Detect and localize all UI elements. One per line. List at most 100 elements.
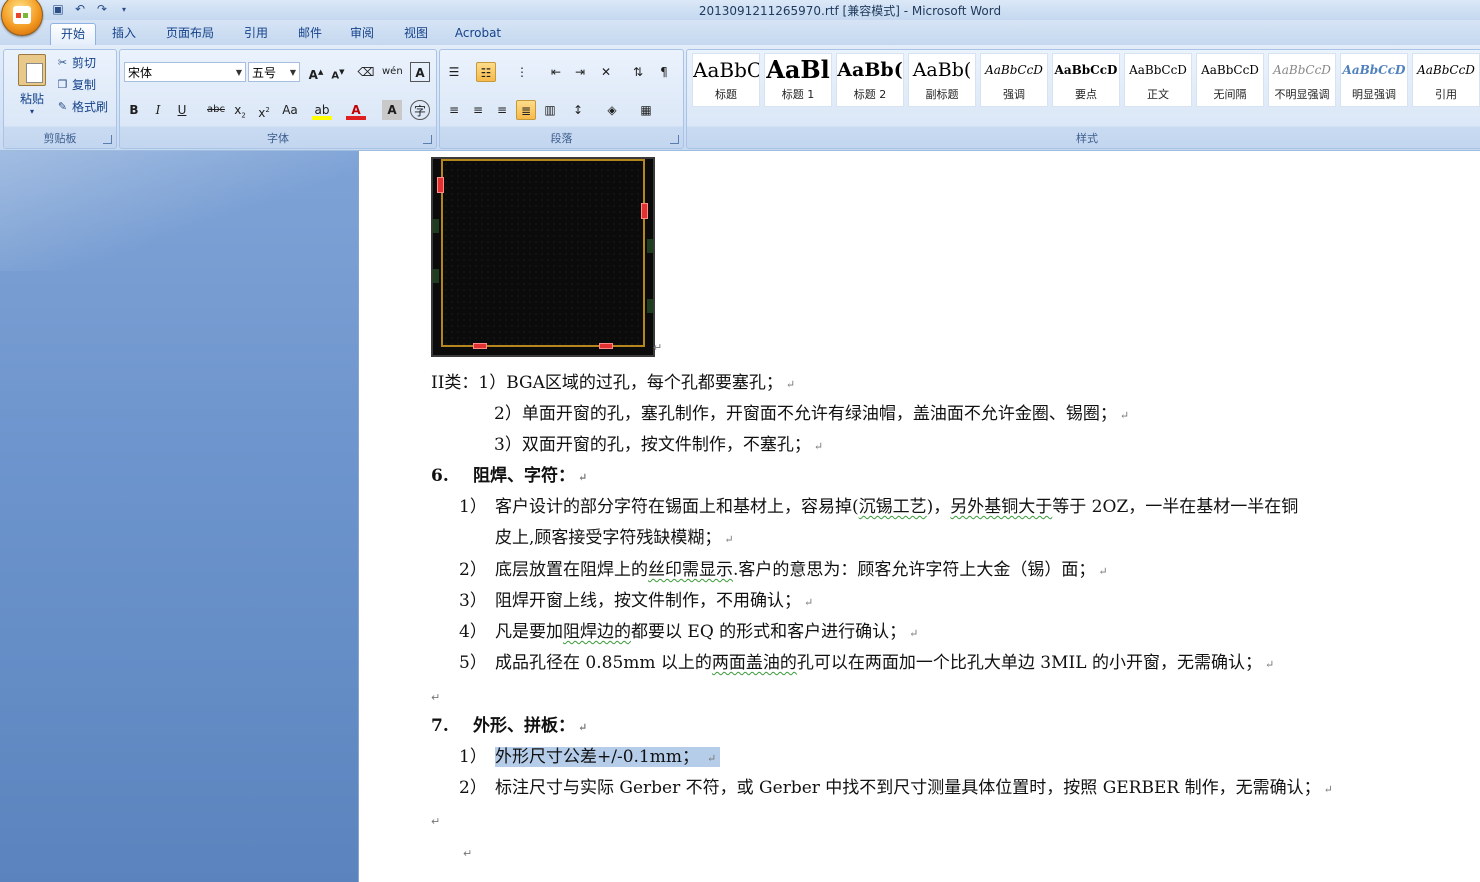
style-no-spacing[interactable]: AaBbCcD 无间隔 bbox=[1196, 53, 1264, 107]
paragraph-launcher-icon[interactable] bbox=[670, 135, 679, 144]
format-painter-label: 格式刷 bbox=[72, 100, 109, 114]
clear-format-icon[interactable]: ⌫ bbox=[356, 62, 376, 82]
doc-line-ii-1[interactable]: II类：1）BGA区域的过孔，每个孔都要塞孔； ↵ bbox=[431, 372, 795, 396]
style-name: 无间隔 bbox=[1213, 88, 1247, 101]
list-item-6-3[interactable]: 3） 阻焊开窗上线，按文件制作，不用确认； ↵ bbox=[459, 590, 813, 614]
heading-7[interactable]: 7. 外形、拼板： ↵ bbox=[431, 715, 587, 739]
phonetic-guide-icon[interactable]: wén bbox=[382, 62, 403, 82]
doc-line-ii-2[interactable]: 2）单面开窗的孔，塞孔制作，开窗面不允许有绿油帽，盖油面不允许金圈、锡圈； ↵ bbox=[494, 403, 1129, 427]
document-page[interactable]: ↵ II类：1）BGA区域的过孔，每个孔都要塞孔； ↵ 2）单面开窗的孔，塞孔制作… bbox=[358, 151, 1480, 882]
line-spacing-icon[interactable]: ↕ bbox=[568, 100, 588, 120]
bullets-icon[interactable]: ☰ bbox=[444, 62, 464, 82]
list-item-6-1-cont[interactable]: 皮上,顾客接受字符残缺模糊； ↵ bbox=[495, 527, 734, 551]
align-center-icon[interactable]: ≡ bbox=[468, 100, 488, 120]
style-title[interactable]: AaBbC( 标题 bbox=[692, 53, 760, 107]
style-heading-1[interactable]: AaBl 标题 1 bbox=[764, 53, 832, 107]
style-heading-2[interactable]: AaBb( 标题 2 bbox=[836, 53, 904, 107]
style-strong[interactable]: AaBbCcD 要点 bbox=[1052, 53, 1120, 107]
paragraph-mark: ↵ bbox=[578, 721, 588, 734]
style-quote[interactable]: AaBbCcD 引用 bbox=[1412, 53, 1480, 107]
align-left-icon[interactable]: ≡ bbox=[444, 100, 464, 120]
enclose-char-icon[interactable]: 字 bbox=[410, 100, 430, 120]
tab-references[interactable]: 引用 bbox=[236, 23, 276, 44]
subscript-icon[interactable]: x2 bbox=[230, 100, 250, 120]
grammar-flag-text: 另外基铜大于 bbox=[950, 497, 1053, 517]
styles-gallery: AaBbC( 标题 AaBl 标题 1 AaBb( 标题 2 AaBb( 副标题… bbox=[690, 53, 1480, 109]
underline-icon[interactable]: U bbox=[172, 100, 192, 120]
list-item-6-2[interactable]: 2） 底层放置在阻焊上的丝印需显示.客户的意思为：顾客允许字符上大金（锡）面； ↵ bbox=[459, 559, 1108, 583]
italic-icon[interactable]: I bbox=[148, 100, 168, 120]
tab-insert[interactable]: 插入 bbox=[104, 23, 144, 44]
heading-6[interactable]: 6. 阻焊、字符： ↵ bbox=[431, 465, 587, 489]
increase-indent-icon[interactable]: ⇥ bbox=[570, 62, 590, 82]
copy-icon: ❐ bbox=[57, 78, 68, 91]
style-intense-emphasis[interactable]: AaBbCcD 明显强调 bbox=[1340, 53, 1408, 107]
cut-button[interactable]: ✂ 剪切 bbox=[56, 54, 96, 71]
tab-acrobat[interactable]: Acrobat bbox=[450, 23, 506, 44]
font-size-combo[interactable]: 五号 ▼ bbox=[248, 62, 300, 82]
grammar-flag-text: 两面盖油的 bbox=[711, 653, 797, 673]
copy-button[interactable]: ❐ 复制 bbox=[56, 76, 96, 93]
scissors-icon: ✂ bbox=[57, 56, 68, 69]
tab-mailings[interactable]: 邮件 bbox=[290, 23, 330, 44]
tab-review[interactable]: 审阅 bbox=[342, 23, 382, 44]
paragraph-mark: ↵ bbox=[707, 752, 717, 765]
grow-font-icon[interactable]: A▲ bbox=[306, 62, 326, 82]
shading-icon[interactable]: ◈ bbox=[602, 100, 622, 120]
doc-line-ii-3[interactable]: 3）双面开窗的孔，按文件制作，不塞孔； ↵ bbox=[494, 434, 823, 458]
style-normal[interactable]: AaBbCcD 正文 bbox=[1124, 53, 1192, 107]
grammar-flag-text: 丝印需显示 bbox=[648, 560, 733, 580]
doc-text: 标注尺寸与实际 Gerber 不符，或 Gerber 中找不到尺寸测量具体位置时… bbox=[495, 778, 1321, 798]
style-sample: AaBbCcD bbox=[1273, 63, 1331, 77]
style-subtle-emphasis[interactable]: AaBbCcD 不明显强调 bbox=[1268, 53, 1336, 107]
shrink-font-icon[interactable]: A▼ bbox=[328, 62, 348, 82]
style-subtitle[interactable]: AaBb( 副标题 bbox=[908, 53, 976, 107]
tab-view[interactable]: 视图 bbox=[396, 23, 436, 44]
styles-group-label: 样式 bbox=[1076, 132, 1098, 145]
align-right-icon[interactable]: ≡ bbox=[492, 100, 512, 120]
tab-page-layout[interactable]: 页面布局 bbox=[158, 23, 222, 44]
justify-icon[interactable]: ≣ bbox=[516, 100, 536, 120]
workspace-background bbox=[0, 151, 358, 882]
highlight-icon[interactable]: ab bbox=[312, 100, 332, 120]
format-painter-button[interactable]: ✎ 格式刷 bbox=[56, 98, 108, 115]
style-sample: AaBbCcD bbox=[1054, 63, 1118, 77]
doc-text: 孔可以在两面加一个比孔大单边 3MIL 的小开窗，无需确认； bbox=[796, 653, 1262, 673]
list-item-7-1[interactable]: 1） 外形尺寸公差+/-0.1mm； ↵ bbox=[459, 746, 721, 770]
list-number: 1） bbox=[459, 497, 487, 517]
font-launcher-icon[interactable] bbox=[423, 135, 432, 144]
numbering-icon[interactable]: ☷ bbox=[476, 62, 496, 82]
doc-text: 凡是要加 bbox=[495, 622, 563, 642]
pcb-pad bbox=[437, 177, 444, 193]
paste-button[interactable]: 粘贴 ▾ bbox=[12, 54, 52, 116]
list-item-6-1[interactable]: 1） 客户设计的部分字符在锡面上和基材上，容易掉(沉锡工艺)，另外基铜大于等于 2… bbox=[459, 496, 1298, 518]
style-name: 标题 bbox=[715, 88, 737, 101]
multilevel-list-icon[interactable]: ⋮ bbox=[512, 62, 532, 82]
bold-icon[interactable]: B bbox=[124, 100, 144, 120]
tab-home[interactable]: 开始 bbox=[50, 23, 96, 45]
show-marks-icon[interactable]: ¶ bbox=[654, 62, 674, 82]
selected-text[interactable]: 外形尺寸公差+/-0.1mm； ↵ bbox=[495, 747, 721, 767]
strikethrough-icon[interactable]: abc bbox=[206, 100, 226, 120]
chinese-layout-icon[interactable]: ✕ bbox=[596, 62, 616, 82]
char-shading-icon[interactable]: A bbox=[382, 100, 402, 120]
borders-icon[interactable]: ▦ bbox=[636, 100, 656, 120]
change-case-icon[interactable]: Aa bbox=[280, 100, 300, 120]
style-sample: AaBbCcD bbox=[1201, 63, 1259, 77]
list-item-6-4[interactable]: 4） 凡是要加阻焊边的都要以 EQ 的形式和客户进行确认； ↵ bbox=[459, 621, 918, 645]
style-name: 引用 bbox=[1435, 88, 1457, 101]
distributed-icon[interactable]: ▥ bbox=[540, 100, 560, 120]
style-emphasis[interactable]: AaBbCcD 强调 bbox=[980, 53, 1048, 107]
list-item-7-2[interactable]: 2） 标注尺寸与实际 Gerber 不符，或 Gerber 中找不到尺寸测量具体位… bbox=[459, 777, 1333, 801]
sort-icon[interactable]: ⇅ bbox=[628, 62, 648, 82]
list-number: 1） bbox=[459, 747, 487, 767]
superscript-icon[interactable]: x2 bbox=[254, 100, 274, 120]
list-item-6-5[interactable]: 5） 成品孔径在 0.85mm 以上的两面盖油的孔可以在两面加一个比孔大单边 3M… bbox=[459, 652, 1274, 676]
font-name-combo[interactable]: 宋体 ▼ bbox=[124, 62, 246, 82]
doc-text: )， bbox=[926, 497, 951, 517]
clipboard-launcher-icon[interactable] bbox=[103, 135, 112, 144]
char-border-icon[interactable]: A bbox=[410, 62, 430, 82]
font-color-icon[interactable]: A bbox=[346, 100, 366, 120]
decrease-indent-icon[interactable]: ⇤ bbox=[546, 62, 566, 82]
style-name: 副标题 bbox=[925, 88, 959, 101]
